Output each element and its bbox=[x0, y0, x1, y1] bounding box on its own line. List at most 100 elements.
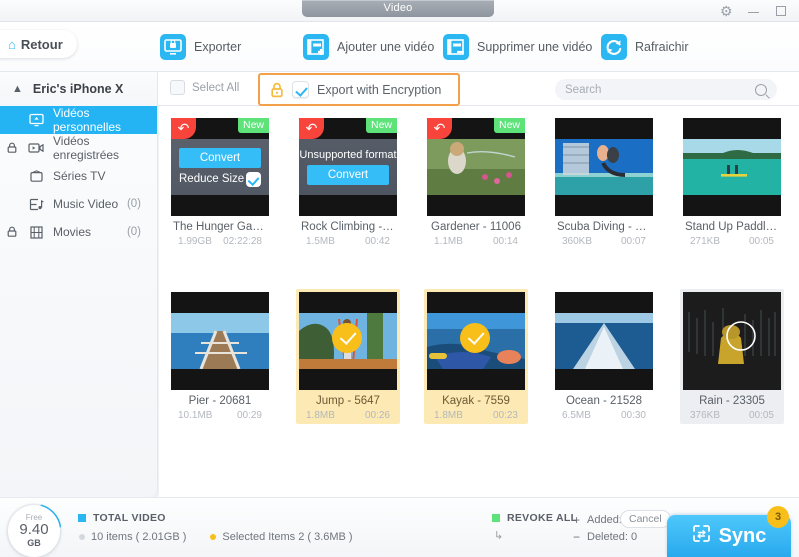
selected-items-text: Selected Items 2 ( 3.6MB ) bbox=[222, 531, 352, 543]
video-card-gardener[interactable]: ↶ New Gardener - 11006 1.1MB 00:14 bbox=[424, 115, 528, 250]
video-title: Stand Up Paddling -... bbox=[683, 221, 781, 233]
video-thumbnail[interactable] bbox=[683, 118, 781, 216]
video-size: 1.5MB bbox=[306, 236, 335, 247]
paddling-thumb bbox=[683, 139, 781, 195]
search-box[interactable] bbox=[555, 79, 777, 100]
sync-button[interactable]: Sync 3 bbox=[667, 515, 791, 557]
encryption-checkbox[interactable] bbox=[292, 81, 309, 98]
sidebar-item-music-video[interactable]: Music Video (0) bbox=[0, 190, 157, 218]
sidebar-label-recorded-videos: Vidéos enregistrées bbox=[53, 134, 157, 162]
video-duration: 00:30 bbox=[621, 410, 646, 421]
video-card-rain[interactable]: Rain - 23305 376KB 00:05 bbox=[680, 289, 784, 424]
selected-check-icon[interactable] bbox=[332, 323, 362, 353]
video-meta: Kayak - 7559 1.8MB 00:23 bbox=[427, 390, 525, 421]
video-card-stand-up-paddling[interactable]: Stand Up Paddling -... 271KB 00:05 bbox=[680, 115, 784, 250]
title-bar: Video ⚙ bbox=[0, 0, 799, 22]
reduce-size-checkbox[interactable] bbox=[246, 172, 261, 187]
add-video-icon bbox=[303, 34, 329, 60]
recorded-video-icon bbox=[26, 142, 46, 154]
scuba-thumb bbox=[555, 139, 653, 195]
toolbar-delete-video-button[interactable]: Supprimer une vidéo bbox=[443, 31, 592, 63]
video-thumbnail[interactable]: ↶ New Convert Reduce Size bbox=[171, 118, 269, 216]
toolbar-add-video-button[interactable]: Ajouter une vidéo bbox=[303, 31, 434, 63]
video-thumbnail[interactable] bbox=[555, 118, 653, 216]
sidebar-item-movies[interactable]: Movies (0) bbox=[0, 218, 157, 246]
sync-badge: 3 bbox=[767, 506, 789, 528]
refresh-icon bbox=[601, 34, 627, 60]
video-title: Gardener - 11006 bbox=[427, 221, 525, 233]
video-card-pier[interactable]: Pier - 20681 10.1MB 00:29 bbox=[168, 289, 272, 424]
video-meta: Scuba Diving - 699 360KB 00:07 bbox=[555, 216, 653, 247]
video-size: 1.8MB bbox=[434, 410, 463, 421]
search-icon[interactable] bbox=[755, 84, 767, 96]
encryption-label: Export with Encryption bbox=[317, 83, 441, 97]
new-badge: New bbox=[238, 118, 269, 133]
toolbar-refresh-button[interactable]: Rafraichir bbox=[601, 31, 689, 63]
convert-button[interactable]: Convert bbox=[307, 165, 389, 185]
video-thumbnail[interactable] bbox=[683, 292, 781, 390]
video-card-rock-climbing[interactable]: ↶ New Unsupported format Convert Rock Cl… bbox=[296, 115, 400, 250]
undo-icon[interactable]: ↶ bbox=[299, 118, 324, 139]
video-duration: 00:07 bbox=[621, 236, 646, 247]
video-title: Scuba Diving - 699 bbox=[555, 221, 653, 233]
back-button[interactable]: ⌂ Retour bbox=[0, 30, 77, 58]
video-card-kayak[interactable]: Kayak - 7559 1.8MB 00:23 bbox=[424, 289, 528, 424]
unsupported-format-label: Unsupported format bbox=[299, 149, 396, 161]
items-text: 10 items ( 2.01GB ) bbox=[91, 531, 186, 543]
items-dot-icon bbox=[79, 534, 85, 540]
video-duration: 00:14 bbox=[493, 236, 518, 247]
toolbar-export-button[interactable]: Exporter bbox=[160, 31, 241, 63]
selected-check-icon[interactable] bbox=[460, 323, 490, 353]
main-toolbar: ⌂ Retour Exporter bbox=[0, 22, 799, 72]
window-tab-video[interactable]: Video bbox=[302, 0, 494, 17]
video-thumbnail[interactable] bbox=[555, 292, 653, 390]
export-with-encryption-toggle[interactable]: Export with Encryption bbox=[258, 73, 460, 106]
selected-dot-icon bbox=[210, 534, 216, 540]
device-header[interactable]: ▲ Eric's iPhone X bbox=[0, 72, 158, 106]
video-card-scuba-diving[interactable]: Scuba Diving - 699 360KB 00:07 bbox=[552, 115, 656, 250]
gardener-thumb bbox=[427, 139, 525, 195]
video-thumbnail[interactable]: ↶ New bbox=[427, 118, 525, 216]
sidebar-item-personal-videos[interactable]: Vidéos personnelles bbox=[0, 106, 157, 134]
select-all-box bbox=[170, 80, 185, 95]
video-title: Rock Climbing - 925 bbox=[299, 221, 397, 233]
search-input[interactable] bbox=[565, 84, 755, 96]
undo-icon[interactable]: ↶ bbox=[427, 118, 452, 139]
revoke-marker bbox=[492, 514, 500, 522]
video-card-hunger-games[interactable]: ↶ New Convert Reduce Size The Hunger Gam… bbox=[168, 115, 272, 250]
back-button-label: Retour bbox=[21, 37, 63, 52]
home-icon: ⌂ bbox=[8, 37, 16, 52]
movies-icon bbox=[26, 226, 46, 239]
delete-video-icon bbox=[443, 34, 469, 60]
video-meta: Rock Climbing - 925 1.5MB 00:42 bbox=[299, 216, 397, 247]
video-size: 1.99GB bbox=[178, 236, 212, 247]
video-size: 376KB bbox=[690, 410, 720, 421]
window-controls: ⚙ bbox=[720, 3, 791, 18]
sidebar-label-music-video: Music Video bbox=[53, 197, 118, 211]
sidebar-count-music-video: (0) bbox=[127, 198, 141, 210]
tv-icon bbox=[26, 170, 46, 183]
revoke-all-block[interactable]: REVOKE ALL ↳ bbox=[492, 512, 577, 542]
sidebar-item-tv-series[interactable]: Séries TV bbox=[0, 162, 157, 190]
undo-icon[interactable]: ↶ bbox=[171, 118, 196, 139]
video-title: Jump - 5647 bbox=[299, 395, 397, 407]
gear-icon[interactable]: ⚙ bbox=[720, 3, 735, 18]
minimize-icon[interactable] bbox=[748, 3, 763, 18]
eject-icon[interactable]: ▲ bbox=[12, 83, 23, 95]
maximize-icon[interactable] bbox=[776, 3, 791, 18]
select-all-checkbox[interactable]: Select All bbox=[170, 80, 239, 95]
video-thumbnail[interactable] bbox=[171, 292, 269, 390]
video-title: Ocean - 21528 bbox=[555, 395, 653, 407]
sidebar-item-recorded-videos[interactable]: Vidéos enregistrées bbox=[0, 134, 157, 162]
video-card-ocean[interactable]: Ocean - 21528 6.5MB 00:30 bbox=[552, 289, 656, 424]
video-title: The Hunger Games bbox=[171, 221, 269, 233]
video-thumbnail[interactable] bbox=[427, 292, 525, 390]
video-thumbnail[interactable]: ↶ New Unsupported format Convert bbox=[299, 118, 397, 216]
video-thumbnail[interactable] bbox=[299, 292, 397, 390]
convert-button[interactable]: Convert bbox=[179, 148, 261, 168]
video-card-jump[interactable]: Jump - 5647 1.8MB 00:26 bbox=[296, 289, 400, 424]
toolbar-add-video-label: Ajouter une vidéo bbox=[337, 40, 434, 54]
video-meta: Jump - 5647 1.8MB 00:26 bbox=[299, 390, 397, 421]
reduce-size-row[interactable]: Reduce Size bbox=[179, 172, 261, 187]
cancel-button[interactable]: Cancel bbox=[620, 510, 671, 528]
